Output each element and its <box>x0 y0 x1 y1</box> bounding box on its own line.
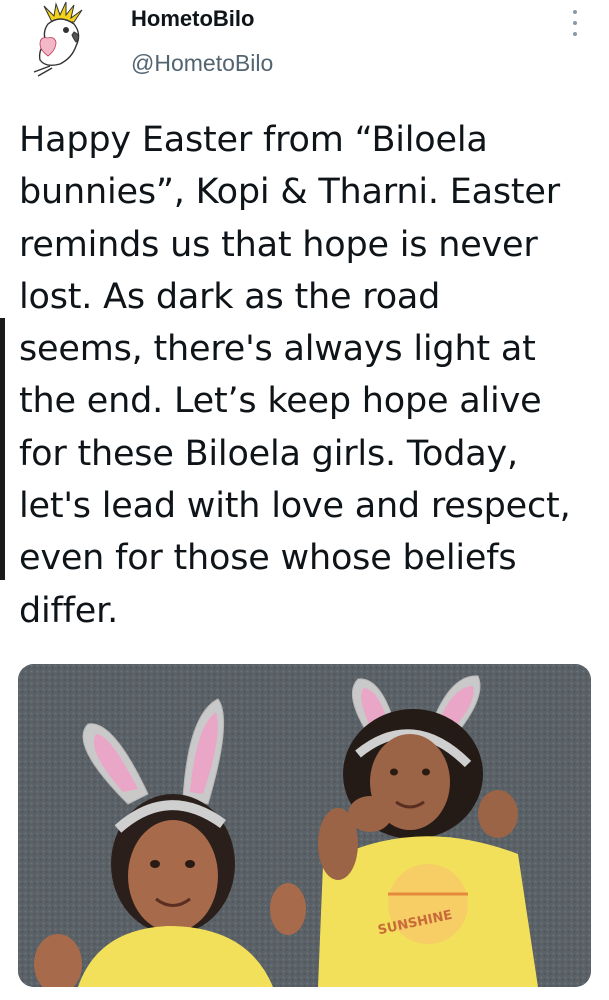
display-name[interactable]: HometoBilo <box>131 6 254 32</box>
tweet-line: for these Biloela girls. Today, <box>19 433 518 474</box>
tweet-screen: HometoBilo @HometoBilo Happy Easter from… <box>0 0 609 1000</box>
tweet-line: Happy Easter from “Biloela <box>19 120 488 160</box>
dot <box>573 10 577 14</box>
tweet-line: let's lead with love and respect, <box>19 486 571 527</box>
tweet-line: the end. Let’s keep hope alive <box>19 381 542 422</box>
more-vertical-icon[interactable] <box>567 10 583 36</box>
cockatoo-logo-icon <box>33 1 83 77</box>
tweet-line: differ. <box>19 590 119 631</box>
photo-girls-bunny-ears: SUNSHINE <box>18 664 591 987</box>
tweet-text: Happy Easter from “Biloela bunnies”, Kop… <box>19 114 594 637</box>
tweet-line: bunnies”, Kopi & Tharni. Easter <box>19 172 560 213</box>
tweet-line: seems, there's always light at <box>19 329 536 370</box>
tweet-line: lost. As dark as the road <box>19 276 441 317</box>
avatar[interactable] <box>30 1 92 80</box>
tweet-line: even for those whose beliefs <box>19 538 517 579</box>
tweet-photo[interactable]: SUNSHINE <box>18 664 591 987</box>
tweet-header: HometoBilo @HometoBilo <box>0 0 609 100</box>
dot <box>573 32 577 36</box>
dot <box>573 21 577 25</box>
user-handle[interactable]: @HometoBilo <box>131 50 273 77</box>
scroll-indicator <box>0 318 5 580</box>
tweet-line: reminds us that hope is never <box>19 224 538 265</box>
